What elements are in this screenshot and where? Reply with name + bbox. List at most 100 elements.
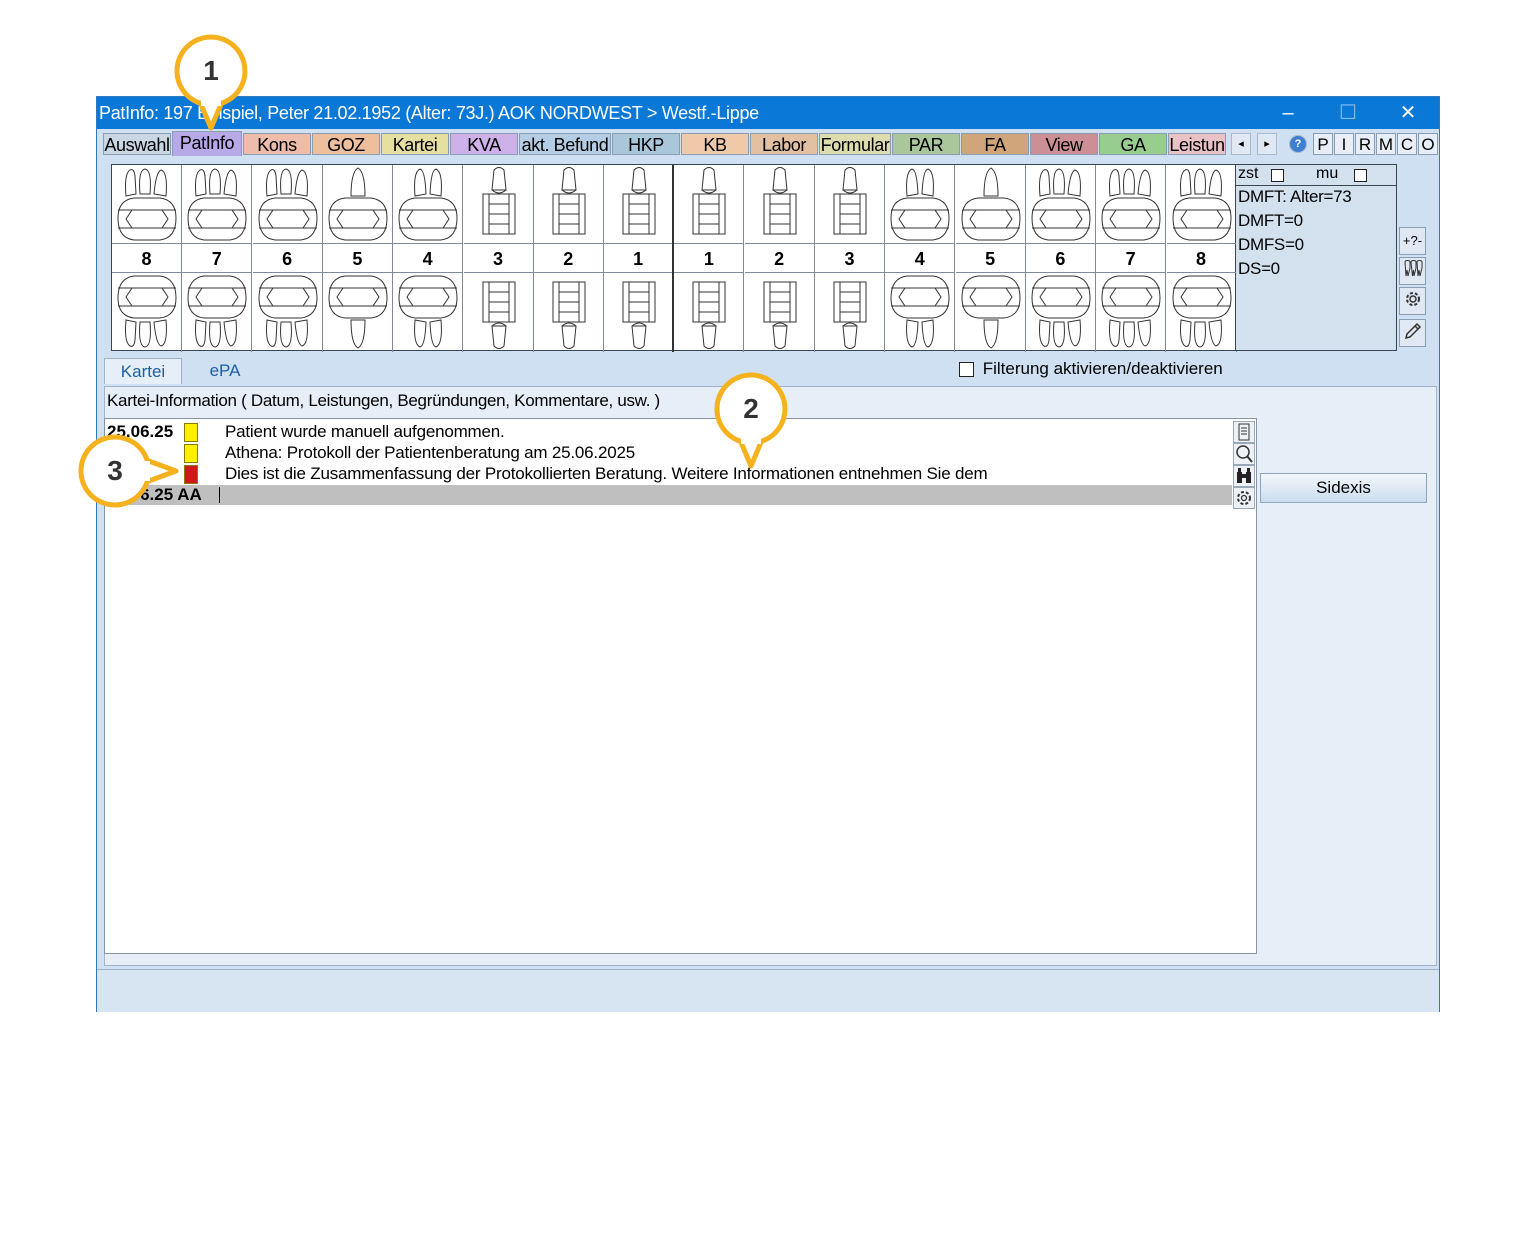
tooth[interactable]: 4 [885, 165, 956, 352]
tooth-upper-icon [692, 167, 726, 235]
tooth[interactable]: 1 [604, 165, 675, 352]
callout-marker: 1 [174, 34, 248, 131]
tooth-upper-icon [833, 167, 867, 235]
tooth-number: 4 [393, 243, 463, 273]
tooth-upper-icon [398, 168, 458, 241]
tab-ga[interactable]: GA [1099, 133, 1167, 155]
dmft-line: DMFT=0 [1238, 211, 1303, 230]
tab-kb[interactable]: KB [681, 133, 749, 155]
help-icon[interactable]: ? [1289, 135, 1307, 153]
tab-formular[interactable]: Formular [819, 133, 891, 155]
binoculars-icon[interactable] [1233, 465, 1255, 487]
tooth-number: 7 [182, 243, 252, 273]
tooth[interactable]: 8 [1166, 165, 1237, 352]
tab-view[interactable]: View [1030, 133, 1098, 155]
tooth-number: 2 [533, 243, 603, 273]
tooth[interactable]: 7 [182, 165, 253, 352]
plus-minus-button[interactable]: +?- [1399, 227, 1426, 255]
tooth-lower-icon [1171, 275, 1232, 348]
callout-marker: 2 [714, 372, 788, 469]
tooth[interactable]: 2 [744, 165, 815, 352]
tooth-lower-icon [398, 275, 458, 348]
letter-button-p[interactable]: P [1313, 133, 1333, 155]
tab-par[interactable]: PAR [892, 133, 960, 155]
letter-button-m[interactable]: M [1376, 133, 1396, 155]
dmft-line: DMFT: Alter=73 [1238, 187, 1352, 206]
tab-patinfo[interactable]: PatInfo [172, 131, 242, 156]
tab-scroll-left-icon[interactable]: ◂ [1231, 133, 1251, 155]
maximize-button[interactable]: ☐ [1323, 97, 1373, 129]
tab-kons[interactable]: Kons [243, 133, 311, 155]
tooth-lower-icon [258, 275, 318, 348]
tooth[interactable]: 6 [1025, 165, 1096, 352]
search-icon[interactable] [1233, 443, 1255, 465]
tooth[interactable]: 2 [533, 165, 604, 352]
letter-button-i[interactable]: I [1334, 133, 1354, 155]
tooth-upper-icon [552, 167, 586, 235]
dmft-header: zst mu [1236, 165, 1396, 186]
tab-auswahl[interactable]: Auswahl [103, 133, 171, 155]
tooth-lower-icon [833, 281, 867, 349]
tab-kva[interactable]: KVA [450, 133, 518, 155]
minimize-button[interactable]: – [1263, 97, 1313, 129]
tooth[interactable]: 4 [393, 165, 464, 352]
tab-akt-befund[interactable]: akt. Befund [519, 133, 611, 155]
tooth-number: 3 [815, 243, 884, 273]
filter-checkbox[interactable] [959, 362, 974, 378]
tooth-number: 1 [604, 243, 673, 273]
tooth-upper-icon [890, 168, 950, 241]
tooth-number: 4 [885, 243, 955, 273]
letter-button-o[interactable]: O [1418, 133, 1438, 155]
tab-kartei[interactable]: Kartei [104, 358, 182, 384]
tooth[interactable]: 7 [1096, 165, 1167, 352]
tab-labor[interactable]: Labor [750, 133, 818, 155]
callout-number: 1 [203, 55, 219, 86]
list-toolbar [1232, 419, 1256, 511]
tab-kartei[interactable]: Kartei [381, 133, 449, 155]
tooth-upper-icon [763, 167, 797, 235]
tooth-upper-icon [328, 167, 388, 241]
teeth-icon[interactable] [1399, 257, 1426, 285]
tooth-lower-icon [482, 281, 515, 349]
tab-fa[interactable]: FA [961, 133, 1029, 155]
tooth-lower-icon [1101, 275, 1161, 348]
tooth[interactable]: 1 [674, 165, 745, 352]
settings-gear-icon[interactable] [1233, 487, 1255, 509]
filter-toggle[interactable]: Filterung aktivieren/deaktivieren [959, 359, 1223, 379]
tooth[interactable]: 5 [955, 165, 1026, 352]
tab-leistun[interactable]: Leistun [1168, 133, 1226, 155]
tooth[interactable]: 5 [322, 165, 393, 352]
tooth[interactable]: 6 [252, 165, 323, 352]
tab-epa[interactable]: ePA [193, 358, 257, 384]
list-item[interactable]: Athena: Protokoll der Patientenberatung … [105, 442, 1256, 463]
tooth-number: 5 [955, 243, 1025, 273]
tab-hkp[interactable]: HKP [612, 133, 680, 155]
sidexis-button[interactable]: Sidexis [1260, 473, 1427, 503]
tab-goz[interactable]: GOZ [312, 133, 380, 155]
tooth-upper-icon [622, 167, 656, 235]
close-button[interactable]: ✕ [1383, 97, 1433, 129]
tooth-lower-icon [692, 281, 726, 349]
gear-icon[interactable] [1399, 287, 1426, 315]
input-row[interactable]: 25.06.25 AA [105, 485, 1232, 505]
notes-icon[interactable] [1233, 421, 1255, 443]
tooth-upper-icon [961, 167, 1021, 241]
tooth[interactable]: 3 [815, 165, 885, 352]
tooth-upper-icon [1171, 168, 1232, 241]
callout-number: 3 [107, 455, 123, 486]
tooth-lower-icon [552, 281, 586, 349]
main-window: PatInfo: 197 Beispiel, Peter 21.02.1952 … [96, 96, 1440, 1012]
kartei-list[interactable]: Dies ist die Zusammenfassung der Protoko… [104, 418, 1257, 954]
tooth[interactable]: 8 [112, 165, 182, 352]
letter-button-c[interactable]: C [1397, 133, 1417, 155]
tab-scroll-right-icon[interactable]: ▸ [1257, 133, 1277, 155]
pencil-icon[interactable] [1399, 319, 1426, 347]
tooth-upper-icon [117, 168, 177, 241]
tooth[interactable]: 3 [463, 165, 534, 352]
letter-button-r[interactable]: R [1355, 133, 1375, 155]
zst-checkbox[interactable] [1271, 169, 1284, 182]
list-item[interactable]: Dies ist die Zusammenfassung der Protoko… [105, 463, 1256, 484]
list-item[interactable]: 25.06.25 Patient wurde manuell aufgenomme… [105, 421, 1256, 442]
mu-checkbox[interactable] [1354, 169, 1367, 182]
tooth-number: 2 [744, 243, 814, 273]
